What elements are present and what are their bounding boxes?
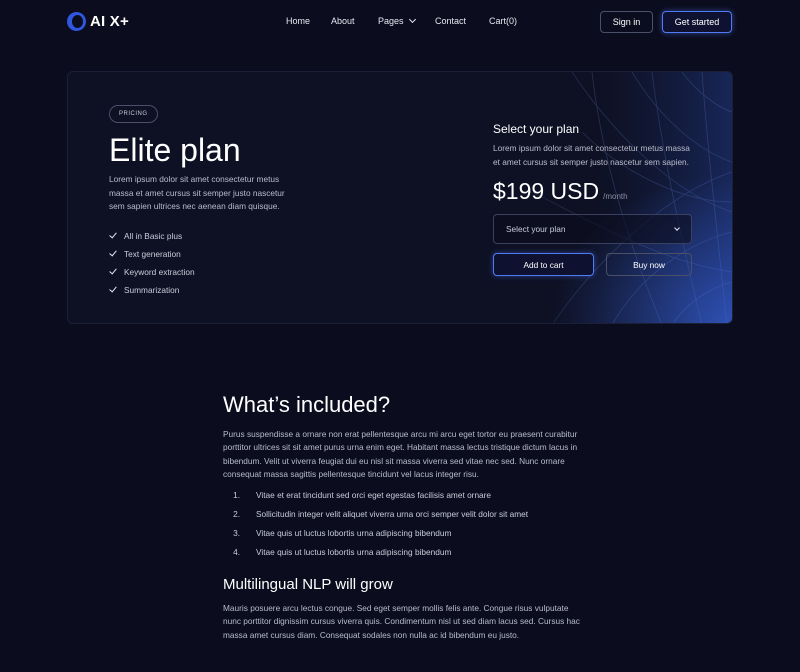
brand-name: AI X+ [90, 13, 129, 30]
list-text: Sollicitudin integer velit aliquet viver… [256, 509, 529, 519]
feature-label: Keyword extraction [124, 267, 195, 277]
nav-about[interactable]: About [331, 16, 355, 26]
list-number: 1. [233, 490, 240, 500]
feature-label: All in Basic plus [124, 231, 183, 241]
logo-icon [67, 12, 86, 31]
brand-logo[interactable]: AI X+ [67, 12, 129, 31]
list-number: 4. [233, 547, 240, 557]
plan-title: Elite plan [109, 132, 241, 168]
list-text: Vitae et erat tincidunt sed orci eget eg… [256, 490, 492, 500]
included-section: What’s included? Purus suspendisse a orn… [223, 392, 583, 640]
buy-now-button[interactable]: Buy now [606, 253, 692, 276]
feature-item: Keyword extraction [109, 263, 195, 281]
included-title: What’s included? [223, 392, 391, 417]
list-text: Vitae quis ut luctus lobortis urna adipi… [256, 547, 452, 557]
included-intro: Purus suspendisse a ornare non erat pell… [223, 429, 578, 479]
nav-contact[interactable]: Contact [435, 16, 466, 26]
section-subtitle: Multilingual NLP will grow [223, 576, 393, 593]
plan-description: Lorem ipsum dolor sit amet consectetur m… [109, 174, 285, 211]
included-list: 1. Vitae et erat tincidunt sed orci eget … [223, 490, 528, 566]
feature-item: All in Basic plus [109, 227, 195, 245]
check-icon [109, 230, 117, 239]
list-item: 3. Vitae quis ut luctus lobortis urna adi… [223, 528, 528, 547]
list-item: 4. Vitae quis ut luctus lobortis urna adi… [223, 547, 528, 566]
feature-item: Text generation [109, 245, 195, 263]
check-icon [109, 266, 117, 275]
plan-select[interactable]: Select your plan [493, 214, 692, 244]
pricing-badge: PRICING [109, 105, 158, 123]
plan-select-value: Select your plan [506, 224, 566, 234]
top-navbar: AI X+ Home About Pages Contact Cart(0) S… [0, 0, 800, 44]
get-started-button[interactable]: Get started [662, 11, 732, 33]
list-item: 2. Sollicitudin integer velit aliquet viv… [223, 509, 528, 528]
nav-home[interactable]: Home [286, 16, 310, 26]
price-value: $199 USD [493, 178, 600, 204]
list-item: 1. Vitae et erat tincidunt sed orci eget … [223, 490, 528, 509]
feature-label: Text generation [124, 249, 181, 259]
pricing-card: PRICING Elite plan Lorem ipsum dolor sit… [67, 71, 733, 324]
chevron-down-icon [674, 225, 680, 231]
select-plan-description: Lorem ipsum dolor sit amet consectetur m… [493, 143, 690, 167]
check-icon [109, 284, 117, 293]
select-plan-title: Select your plan [493, 122, 580, 136]
add-to-cart-button[interactable]: Add to cart [493, 253, 594, 276]
check-icon [109, 248, 117, 257]
chevron-down-icon [408, 15, 416, 24]
feature-list: All in Basic plus Text generation Keywor… [109, 227, 195, 299]
feature-item: Summarization [109, 281, 195, 299]
list-text: Vitae quis ut luctus lobortis urna adipi… [256, 528, 452, 538]
nav-pages-label: Pages [378, 16, 404, 26]
feature-label: Summarization [124, 285, 180, 295]
list-number: 3. [233, 528, 240, 538]
nav-pages[interactable]: Pages [378, 15, 416, 26]
price: $199 USD /month [493, 178, 628, 205]
signin-button[interactable]: Sign in [600, 11, 653, 33]
included-outro: Mauris posuere arcu lectus congue. Sed e… [223, 603, 580, 640]
price-period: /month [603, 192, 628, 201]
list-number: 2. [233, 509, 240, 519]
nav-cart[interactable]: Cart(0) [489, 16, 517, 26]
